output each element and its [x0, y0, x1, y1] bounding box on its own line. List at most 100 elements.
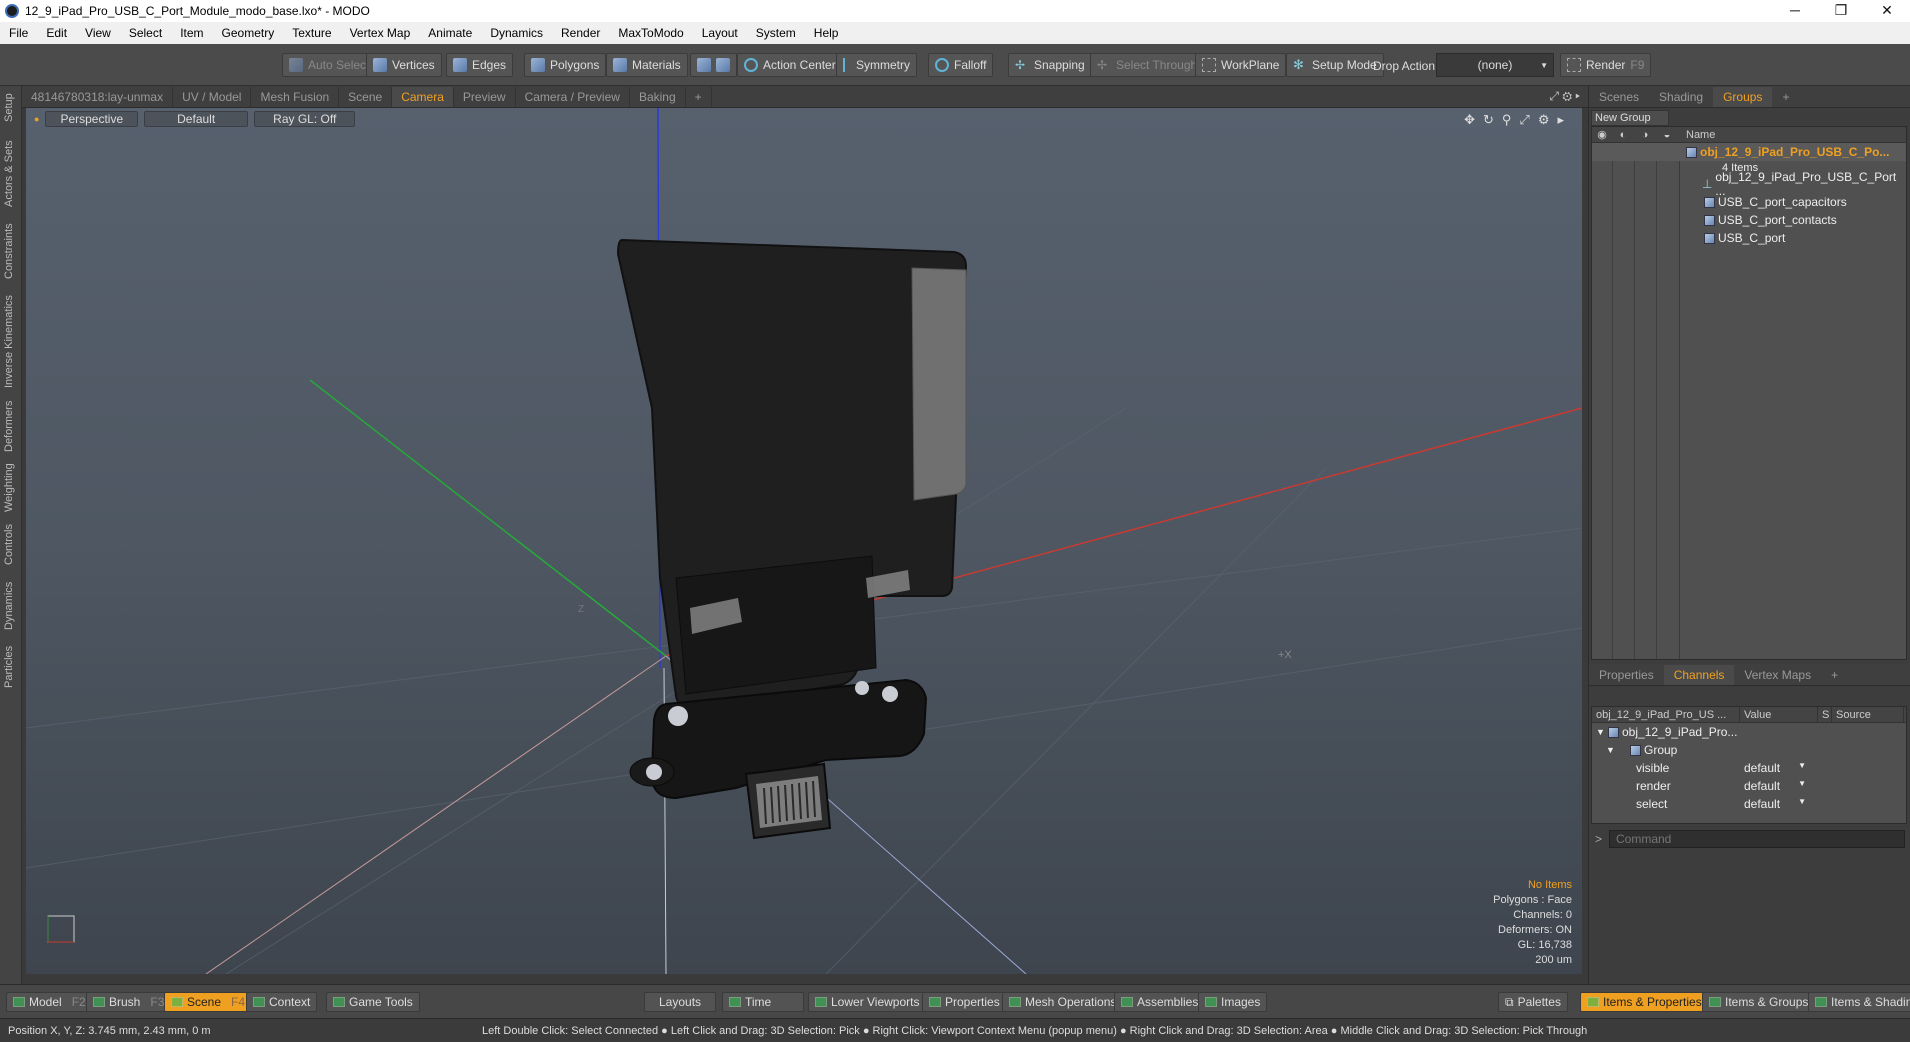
channel-value-select[interactable]: default ▼ [1740, 761, 1810, 775]
auto-select-button[interactable]: Auto Select [282, 53, 377, 77]
model-layout-button[interactable]: Model F2 [6, 992, 93, 1012]
vtab-dynamics[interactable]: Dynamics [3, 578, 19, 634]
channel-row[interactable]: render default ▼ [1592, 777, 1906, 795]
maximize-icon[interactable]: ⤢ ⚙ ▸ [1549, 89, 1580, 104]
tab-vertex-maps[interactable]: Vertex Maps [1734, 665, 1821, 685]
channel-item-row[interactable]: ▼ obj_12_9_iPad_Pro... [1592, 723, 1906, 741]
context-button[interactable]: Context [246, 992, 318, 1012]
fit-icon[interactable]: ⤢ [1519, 112, 1529, 128]
list-item[interactable]: USB_C_port [1592, 229, 1906, 247]
menu-view[interactable]: View [76, 26, 120, 40]
lock-icon[interactable]: ◐ [1612, 129, 1634, 141]
images-button[interactable]: Images [1198, 992, 1268, 1012]
raygl-button[interactable]: Ray GL: Off [254, 111, 356, 127]
menu-file[interactable]: File [0, 26, 37, 40]
assemblies-button[interactable]: Assemblies [1114, 992, 1206, 1012]
tab-scenes[interactable]: Scenes [1589, 87, 1649, 107]
menu-layout[interactable]: Layout [693, 26, 747, 40]
menu-select[interactable]: Select [120, 26, 171, 40]
add-tab-button[interactable]: + [686, 86, 712, 107]
time-button[interactable]: Time [722, 992, 804, 1012]
viewport-settings-icon[interactable]: ⚙ [1538, 112, 1550, 128]
menu-geometry[interactable]: Geometry [213, 26, 284, 40]
list-item[interactable]: ⊥ obj_12_9_iPad_Pro_USB_C_Port ... [1592, 170, 1906, 198]
polygons-button[interactable]: Polygons [524, 53, 607, 77]
menu-vertex-map[interactable]: Vertex Map [341, 26, 420, 40]
mesh-operations-button[interactable]: Mesh Operations [1002, 992, 1124, 1012]
menu-system[interactable]: System [747, 26, 805, 40]
channel-value-select[interactable]: default ▼ [1740, 797, 1810, 811]
menu-maxtomodo[interactable]: MaxToModo [609, 26, 692, 40]
vtab-actors-sets[interactable]: Actors & Sets [3, 138, 19, 210]
vtab-controls[interactable]: Controls [3, 522, 19, 568]
game-tools-button[interactable]: Game Tools [326, 992, 420, 1012]
3d-viewport[interactable]: ● Perspective Default Ray GL: Off ✥ ↻ ⚲ … [26, 108, 1582, 974]
edges-button[interactable]: Edges [446, 53, 514, 77]
viewport-menu-icon[interactable]: ● [34, 114, 39, 124]
eye-icon[interactable]: ◉ [1592, 128, 1612, 141]
symmetry-button[interactable]: Symmetry [836, 53, 917, 77]
workplane-button[interactable]: WorkPlane [1195, 53, 1287, 77]
action-center-button[interactable]: Action Center [737, 53, 843, 77]
shield-select-button[interactable] [690, 53, 737, 77]
restore-button[interactable]: ❐ [1818, 0, 1864, 22]
tab-layout-unmax[interactable]: 48146780318:lay-unmax [22, 86, 174, 107]
tab-uv-model[interactable]: UV / Model [173, 86, 252, 107]
tab-mesh-fusion[interactable]: Mesh Fusion [251, 86, 340, 107]
properties-button[interactable]: Properties [922, 992, 1007, 1012]
tab-channels[interactable]: Channels [1663, 664, 1735, 685]
vtab-deformers[interactable]: Deformers [3, 398, 19, 454]
rotate-icon[interactable]: ↻ [1483, 112, 1494, 128]
select-toggle-icon[interactable]: ◒ [1656, 129, 1678, 141]
layouts-button[interactable]: Layouts [644, 992, 717, 1012]
vtab-inverse-kinematics[interactable]: Inverse Kinematics [3, 292, 19, 392]
setup-mode-button[interactable]: ✻ Setup Mode [1286, 53, 1384, 77]
select-through-button[interactable]: ✢ Select Through [1090, 53, 1205, 77]
items-groups-button[interactable]: Items & Groups [1702, 992, 1816, 1012]
menu-texture[interactable]: Texture [283, 26, 340, 40]
view-mode-button[interactable]: Perspective [45, 111, 139, 127]
close-button[interactable]: ✕ [1864, 0, 1910, 22]
tab-shading[interactable]: Shading [1649, 87, 1713, 107]
zoom-icon[interactable]: ⚲ [1502, 112, 1512, 128]
palettes-button[interactable]: ⧉ Palettes [1498, 992, 1568, 1012]
materials-button[interactable]: Materials [606, 53, 688, 77]
list-item[interactable]: USB_C_port_capacitors [1592, 193, 1906, 211]
tab-preview[interactable]: Preview [454, 86, 516, 107]
vtab-setup[interactable]: Setup [3, 90, 19, 126]
minimize-button[interactable]: ─ [1772, 0, 1818, 22]
pan-icon[interactable]: ✥ [1464, 112, 1475, 128]
channel-row[interactable]: visible default ▼ [1592, 759, 1906, 777]
usb-c-port-module-model[interactable] [616, 238, 968, 840]
menu-item[interactable]: Item [171, 26, 212, 40]
items-properties-button[interactable]: Items & Properties [1580, 992, 1709, 1012]
channel-row[interactable]: select default ▼ [1592, 795, 1906, 813]
add-properties-tab-button[interactable]: + [1821, 665, 1848, 685]
render-button[interactable]: Render F9 [1560, 53, 1652, 77]
scene-layout-button[interactable]: Scene F4 [164, 992, 253, 1012]
shading-mode-button[interactable]: Default [144, 111, 249, 127]
menu-dynamics[interactable]: Dynamics [481, 26, 552, 40]
add-panel-tab-button[interactable]: + [1772, 87, 1799, 107]
channel-value-select[interactable]: default ▼ [1740, 779, 1810, 793]
tab-groups[interactable]: Groups [1713, 86, 1773, 107]
menu-render[interactable]: Render [552, 26, 609, 40]
drop-action-select[interactable]: (none) ▼ [1436, 53, 1554, 77]
tab-camera[interactable]: Camera [392, 86, 454, 107]
tab-baking[interactable]: Baking [630, 86, 686, 107]
tab-camera-preview[interactable]: Camera / Preview [516, 86, 630, 107]
vertices-button[interactable]: Vertices [366, 53, 442, 77]
menu-animate[interactable]: Animate [419, 26, 481, 40]
vtab-constraints[interactable]: Constraints [3, 220, 19, 282]
items-shading-button[interactable]: Items & Shading [1808, 992, 1910, 1012]
command-input[interactable] [1609, 830, 1905, 848]
group-row[interactable]: obj_12_9_iPad_Pro_USB_C_Po... [1592, 143, 1906, 161]
channel-group-row[interactable]: ▼ Group [1592, 741, 1906, 759]
menu-help[interactable]: Help [805, 26, 848, 40]
tab-properties[interactable]: Properties [1589, 665, 1664, 685]
render-toggle-icon[interactable]: ◑ [1634, 129, 1656, 141]
viewport-arrow-icon[interactable]: ▸ [1557, 112, 1564, 128]
list-item[interactable]: USB_C_port_contacts [1592, 211, 1906, 229]
new-group-button[interactable]: New Group [1591, 110, 1669, 126]
vtab-particles[interactable]: Particles [3, 640, 19, 694]
